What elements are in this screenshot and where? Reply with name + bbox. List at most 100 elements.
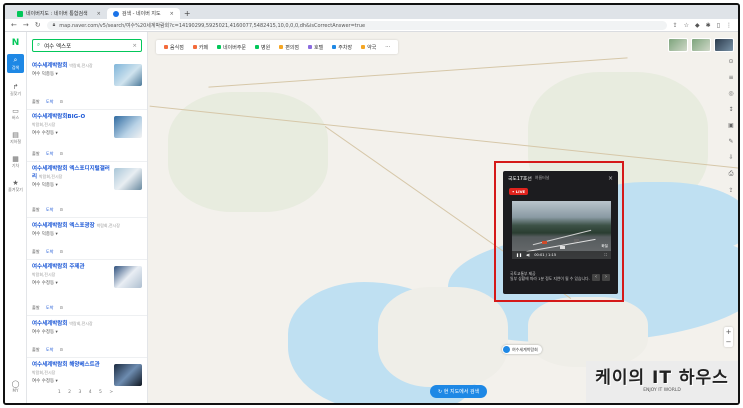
arrive-button[interactable]: 도착: [46, 207, 54, 213]
result-name[interactable]: 여수세계박람회: [32, 321, 67, 327]
map-canvas[interactable]: 음식점 카페 네이버주문 병원 편의점 호텔 주차장 약국 ··· ⊙ ≡ ◎ …: [148, 32, 738, 403]
reload-icon[interactable]: ↻: [35, 21, 41, 29]
category-hotel[interactable]: 호텔: [308, 44, 323, 51]
list-item[interactable]: 여수세계박람회 해양베스트관 박람회,전시장 여수 수정동 ▾: [27, 358, 147, 403]
cctv-icon[interactable]: ▣: [728, 122, 734, 129]
quality-label[interactable]: 화질: [601, 244, 608, 249]
new-tab-button[interactable]: +: [184, 8, 191, 19]
category-restaurant[interactable]: 음식점: [164, 44, 184, 51]
save-icon[interactable]: ⊙: [59, 305, 63, 311]
cctv-video[interactable]: 화질 ❚❚ ◀) 00:01 / 1:15 ⛶: [512, 201, 611, 259]
result-name[interactable]: 여수세계박람회 엑스포광장: [32, 223, 95, 229]
url-field[interactable]: 🔒︎ map.naver.com/v5/search/여수%20세계박람회?c=…: [46, 20, 667, 30]
arrive-button[interactable]: 도착: [46, 151, 54, 157]
next-camera-button[interactable]: ›: [602, 274, 610, 281]
save-icon[interactable]: ⊙: [59, 99, 63, 105]
rail-item-bus[interactable]: ▭ 버스: [5, 107, 26, 121]
category-parking[interactable]: 주차장: [332, 44, 352, 51]
fullscreen-icon[interactable]: ⛶: [604, 253, 607, 257]
prev-camera-button[interactable]: ‹: [592, 274, 600, 281]
result-thumbnail[interactable]: [114, 266, 142, 288]
browser-tab-active[interactable]: 검색 - 네이버 지도 ×: [106, 8, 180, 19]
result-thumbnail[interactable]: [114, 364, 142, 386]
list-item[interactable]: 여수세계박람회 박람회,전시장 여수 덕충동 ▾ 출발 도착 ⊙: [27, 58, 147, 110]
share-icon[interactable]: ⇪: [673, 22, 678, 29]
rail-item-subway[interactable]: ▤ 지하철: [5, 131, 26, 145]
start-button[interactable]: 출발: [32, 305, 40, 311]
rail-item-directions[interactable]: ↱ 길찾기: [5, 83, 26, 97]
terrain-layer-button[interactable]: [668, 38, 688, 52]
search-input[interactable]: ⌕ 여수 엑스포 ×: [32, 39, 142, 52]
start-button[interactable]: 출발: [32, 151, 40, 157]
result-thumbnail[interactable]: [114, 116, 142, 138]
start-button[interactable]: 출발: [32, 249, 40, 255]
result-category: 박람회,전시장: [38, 174, 63, 179]
download-icon[interactable]: ⇩: [728, 154, 733, 161]
back-icon[interactable]: ←: [11, 21, 17, 29]
extension-icon[interactable]: ◆: [695, 22, 700, 29]
result-thumbnail[interactable]: [114, 168, 142, 190]
puzzle-icon[interactable]: ✱: [706, 22, 711, 29]
category-label: 네이버주문: [223, 44, 247, 51]
menu-icon[interactable]: ⋮: [726, 22, 732, 29]
arrive-button[interactable]: 도착: [46, 249, 54, 255]
list-item[interactable]: 여수세계박람회 엑스포디지털갤러리 박람회,전시장 여수 덕충동 ▾ 출발 도착 ⊙: [27, 162, 147, 218]
map-pin[interactable]: 여수세계박람회: [502, 345, 542, 354]
pagination[interactable]: 1 2 3 4 5 >: [27, 390, 147, 395]
arrive-button[interactable]: 도착: [46, 347, 54, 353]
volume-icon[interactable]: ◀): [526, 253, 530, 257]
category-cafe[interactable]: 카페: [192, 44, 208, 51]
category-naver-order[interactable]: 네이버주문: [217, 44, 246, 51]
clear-icon[interactable]: ×: [132, 43, 137, 49]
category-convenience[interactable]: 편의점: [279, 44, 299, 51]
result-name[interactable]: 여수세계박람회 주제관: [32, 264, 85, 270]
star-icon[interactable]: ☆: [684, 22, 689, 29]
result-thumbnail[interactable]: [114, 64, 142, 86]
close-tab-icon[interactable]: ×: [170, 11, 174, 17]
rail-item-search[interactable]: ⌕ 검색: [7, 54, 24, 73]
start-button[interactable]: 출발: [32, 347, 40, 353]
save-icon[interactable]: ⊙: [59, 249, 63, 255]
list-item[interactable]: 여수세계박람회 박람회,전시장 여수 수정동 ▾ 출발 도착 ⊙: [27, 316, 147, 358]
save-icon[interactable]: ⊙: [59, 151, 63, 157]
result-address[interactable]: 여수 수정동 ▾: [32, 329, 142, 335]
arrive-button[interactable]: 도착: [46, 305, 54, 311]
satellite-layer-button[interactable]: [691, 38, 711, 52]
pause-icon[interactable]: ❚❚: [516, 253, 522, 257]
draw-icon[interactable]: ✎: [728, 138, 733, 145]
distance-icon[interactable]: ↕: [728, 106, 733, 113]
list-item[interactable]: 여수세계박람회 주제관 박람회,전시장 여수 수정동 ▾ 출발 도착 ⊙: [27, 260, 147, 316]
forward-icon[interactable]: →: [23, 21, 29, 29]
result-name[interactable]: 여수세계박람회: [32, 63, 67, 69]
rail-item-favorites[interactable]: ★ 즐겨찾기: [5, 179, 26, 193]
category-pharmacy[interactable]: 약국: [361, 44, 376, 51]
category-hospital[interactable]: 병원: [255, 44, 270, 51]
start-button[interactable]: 출발: [32, 207, 40, 213]
list-item[interactable]: 여수세계박람회 엑스포광장 박람회,전시장 여수 덕충동 ▾ 출발 도착 ⊙: [27, 218, 147, 260]
close-icon[interactable]: ×: [608, 175, 613, 182]
category-more[interactable]: ···: [385, 44, 390, 50]
zoom-in-button[interactable]: +: [724, 327, 733, 337]
street-layer-button[interactable]: [714, 38, 734, 52]
location-icon[interactable]: ⊙: [728, 58, 733, 65]
close-tab-icon[interactable]: ×: [97, 11, 101, 17]
zoom-out-button[interactable]: −: [724, 337, 733, 347]
result-name[interactable]: 여수세계박람회BIG-O: [32, 114, 85, 120]
rail-item-my[interactable]: ◯ MY: [5, 380, 26, 393]
save-icon[interactable]: ⊙: [59, 207, 63, 213]
share-icon[interactable]: ⇪: [728, 187, 733, 194]
browser-tab[interactable]: 네이버지도 : 네이버 통합검색 ×: [11, 8, 107, 19]
start-button[interactable]: 출발: [32, 99, 40, 105]
street-view-icon[interactable]: ◎: [728, 90, 733, 97]
sidepanel-icon[interactable]: ▯: [717, 22, 720, 29]
result-address[interactable]: 여수 덕충동 ▾: [32, 231, 142, 237]
print-icon[interactable]: ⎙: [729, 170, 734, 178]
layers-icon[interactable]: ≡: [728, 74, 733, 81]
save-icon[interactable]: ⊙: [59, 347, 63, 353]
arrive-button[interactable]: 도착: [46, 99, 54, 105]
naver-logo[interactable]: N: [5, 38, 26, 48]
result-name[interactable]: 여수세계박람회 해양베스트관: [32, 362, 100, 368]
rail-item-train[interactable]: ▦ 기차: [5, 155, 26, 169]
list-item[interactable]: 여수세계박람회BIG-O 박람회,전시장 여수 수정동 ▾ 출발 도착 ⊙: [27, 110, 147, 162]
search-this-area-button[interactable]: ↻ 현 지도에서 검색: [430, 385, 488, 398]
